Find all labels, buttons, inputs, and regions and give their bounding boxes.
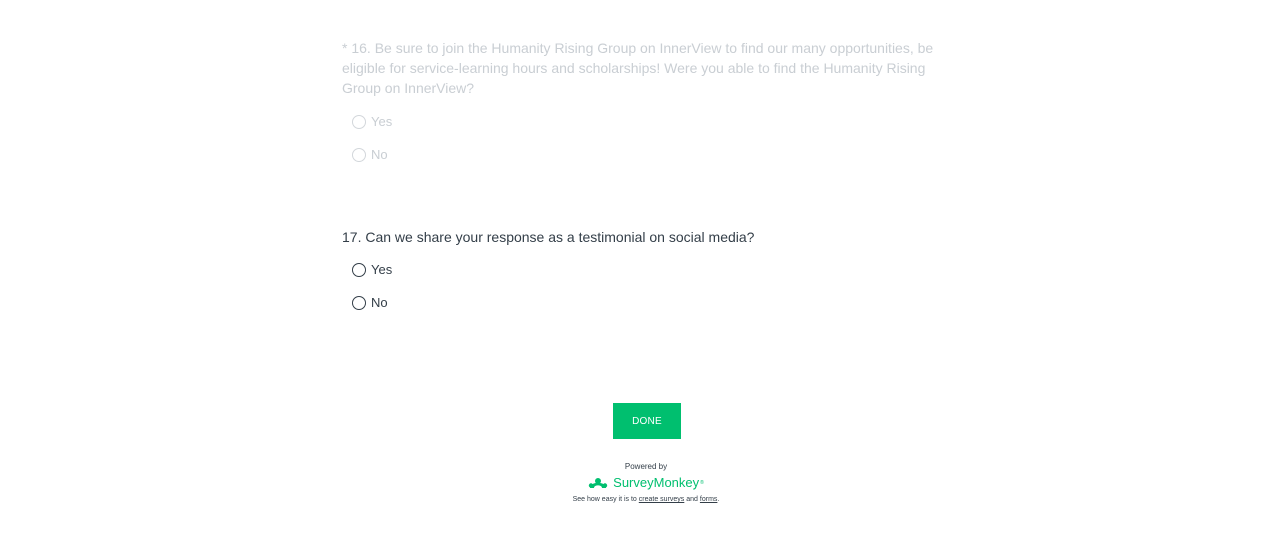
option-label: No (371, 295, 388, 310)
footer-tagline: See how easy it is to create surveys and… (440, 495, 852, 505)
brand-trademark: ® (700, 480, 704, 486)
radio-circle-icon[interactable] (352, 263, 366, 277)
option-label: Yes (371, 262, 393, 277)
surveymonkey-brand-link[interactable]: SurveyMonkey ® (440, 475, 852, 491)
radio-circle-icon[interactable] (352, 115, 366, 129)
powered-by-text: Powered by (624, 462, 668, 471)
question-17-options: Yes No (342, 260, 952, 313)
option-label: No (371, 147, 388, 162)
tagline-suffix: . (717, 496, 720, 503)
radio-circle-icon[interactable] (352, 296, 366, 310)
question-16: * 16. Be sure to join the Humanity Risin… (342, 38, 952, 178)
option-label: Yes (371, 114, 393, 129)
question-17-option-yes[interactable]: Yes (352, 260, 952, 280)
question-17-title: 17. Can we share your response as a test… (342, 229, 755, 245)
question-17-option-no[interactable]: No (352, 293, 952, 313)
question-17: 17. Can we share your response as a test… (342, 227, 952, 326)
question-16-option-no[interactable]: No (352, 145, 952, 165)
tagline-and: and (686, 496, 698, 503)
forms-link[interactable]: forms (700, 496, 718, 503)
create-surveys-link[interactable]: create surveys (639, 496, 685, 503)
footer: Powered by SurveyMonkey ® See how easy it… (440, 462, 852, 505)
question-16-options: Yes No (342, 112, 952, 165)
done-button[interactable]: DONE (613, 403, 681, 439)
tagline-prefix: See how easy it is to (572, 496, 637, 503)
survey-page: * 16. Be sure to join the Humanity Risin… (0, 0, 1280, 541)
radio-circle-icon[interactable] (352, 148, 366, 162)
question-16-title: * 16. Be sure to join the Humanity Risin… (342, 40, 934, 96)
surveymonkey-logo-icon (588, 478, 608, 488)
brand-name: SurveyMonkey (613, 475, 700, 490)
question-16-option-yes[interactable]: Yes (352, 112, 952, 132)
